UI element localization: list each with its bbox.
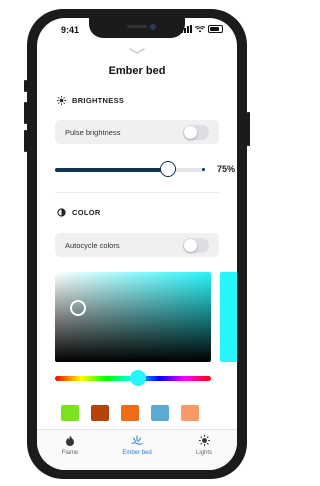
- app-screen: 9:41 Ember bed BRIGHTNESS Pulse brightne…: [37, 18, 237, 470]
- color-swatch[interactable]: [91, 405, 109, 421]
- color-swatch[interactable]: [181, 405, 199, 421]
- tab-ember-bed[interactable]: Ember bed: [104, 435, 170, 456]
- brightness-slider-thumb[interactable]: [159, 161, 176, 177]
- autocycle-colors-label: Autocycle colors: [65, 241, 120, 250]
- volume-down-button: [24, 130, 27, 152]
- hue-slider-thumb[interactable]: [129, 370, 146, 386]
- selected-color-preview: [220, 272, 237, 362]
- notch: [89, 18, 185, 38]
- sheet-grabber-chevron-icon[interactable]: [129, 48, 145, 54]
- color-heading-label: COLOR: [72, 208, 101, 217]
- tab-flame-label: Flame: [61, 450, 79, 456]
- volume-up-button: [24, 102, 27, 124]
- hue-slider[interactable]: [55, 370, 211, 386]
- slider-end-dot: [202, 168, 205, 171]
- tab-flame[interactable]: Flame: [37, 435, 103, 456]
- pulse-brightness-label: Pulse brightness: [65, 128, 121, 137]
- power-button: [247, 112, 250, 146]
- color-heading: COLOR: [57, 208, 101, 217]
- battery-icon: [208, 25, 223, 33]
- toggle-knob: [184, 126, 197, 139]
- brightness-slider[interactable]: [55, 161, 205, 177]
- status-time: 9:41: [61, 25, 80, 35]
- sun-icon: [57, 96, 66, 105]
- color-picker-area[interactable]: [55, 272, 211, 362]
- autocycle-colors-toggle[interactable]: [183, 238, 209, 253]
- sun-icon: [198, 435, 210, 446]
- color-swatch[interactable]: [61, 405, 79, 421]
- tab-ember-bed-label: Ember bed: [122, 450, 152, 456]
- color-swatch[interactable]: [151, 405, 169, 421]
- brightness-slider-fill: [55, 168, 168, 172]
- mute-switch: [24, 80, 27, 92]
- toggle-knob: [184, 239, 197, 252]
- wifi-icon: [195, 25, 205, 32]
- autocycle-colors-row: Autocycle colors: [55, 233, 219, 257]
- brightness-heading: BRIGHTNESS: [57, 96, 124, 105]
- color-swatch[interactable]: [121, 405, 139, 421]
- flame-icon: [66, 435, 74, 446]
- brightness-heading-label: BRIGHTNESS: [72, 96, 125, 105]
- contrast-icon: [57, 208, 66, 217]
- tab-bar: Flame Ember bed Lights: [37, 429, 237, 470]
- pulse-brightness-row: Pulse brightness: [55, 120, 219, 144]
- signal-icon: [181, 25, 192, 33]
- speaker-grille: [127, 25, 147, 28]
- color-swatches: [61, 405, 199, 421]
- section-divider: [55, 192, 219, 193]
- status-icons: [181, 25, 223, 33]
- pulse-brightness-toggle[interactable]: [183, 125, 209, 140]
- tab-lights-label: Lights: [195, 450, 212, 456]
- ember-icon: [131, 435, 143, 445]
- page-title: Ember bed: [108, 65, 166, 77]
- front-camera: [150, 24, 156, 30]
- tab-lights[interactable]: Lights: [171, 435, 237, 456]
- brightness-value: 75%: [217, 164, 236, 174]
- color-picker-thumb[interactable]: [70, 300, 87, 316]
